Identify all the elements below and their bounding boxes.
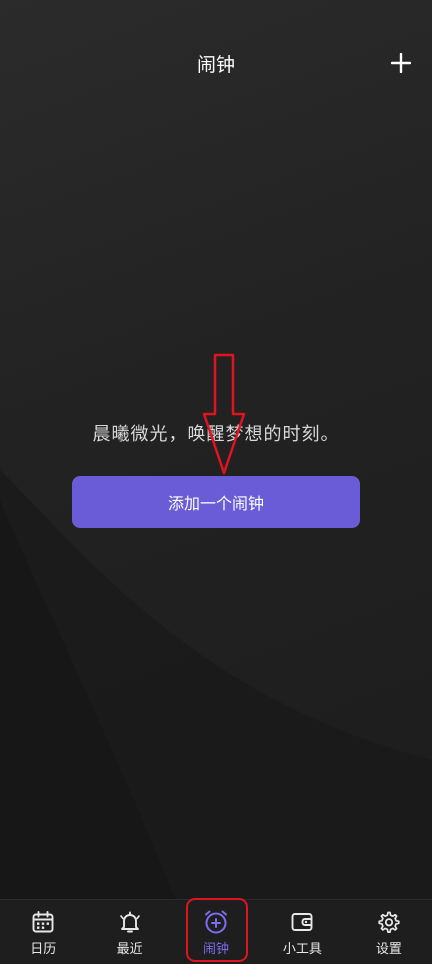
alarm-clock-add-icon — [202, 908, 230, 936]
plus-icon — [391, 53, 411, 73]
tab-label: 小工具 — [282, 942, 322, 957]
wallet-icon — [288, 908, 316, 936]
add-alarm-button[interactable] — [384, 46, 418, 80]
tab-label: 日历 — [30, 942, 57, 957]
gear-icon — [375, 908, 403, 936]
tab-tools[interactable]: 小工具 — [259, 900, 345, 964]
tab-settings[interactable]: 设置 — [346, 900, 432, 964]
bottom-tab-bar: 日历 最近 闹钟 小工具 设置 — [0, 899, 432, 964]
tab-recent[interactable]: 最近 — [86, 900, 172, 964]
tab-label: 最近 — [116, 942, 143, 957]
header: 闹钟 — [0, 40, 432, 88]
tab-label: 设置 — [375, 942, 402, 957]
add-alarm-primary-button[interactable]: 添加一个闹钟 — [72, 476, 360, 528]
bell-icon — [116, 908, 144, 936]
calendar-icon — [29, 908, 57, 936]
tab-alarm[interactable]: 闹钟 — [173, 900, 259, 964]
page-title: 闹钟 — [196, 54, 235, 76]
empty-state-message: 晨曦微光，唤醒梦想的时刻。 — [92, 424, 340, 445]
tab-calendar[interactable]: 日历 — [0, 900, 86, 964]
tab-label: 闹钟 — [203, 942, 230, 957]
alarm-screen: 闹钟 晨曦微光，唤醒梦想的时刻。 添加一个闹钟 日历 最近 闹钟 小工具 设置 — [0, 0, 432, 964]
